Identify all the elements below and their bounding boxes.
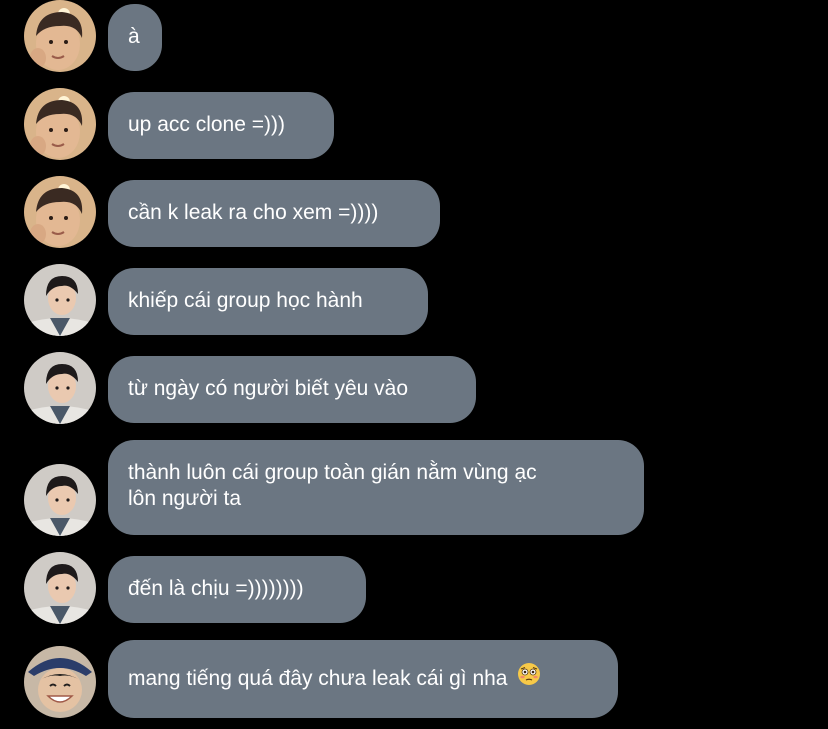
avatar-b-image — [24, 464, 96, 536]
message-bubble[interactable]: up acc clone =))) — [108, 92, 334, 159]
avatar-b-image — [24, 552, 96, 624]
avatar-a-image — [24, 0, 96, 72]
message-text-line: lôn người ta — [128, 487, 242, 510]
message-text-line: thành luôn cái group toàn gián nằm vùng … — [128, 461, 537, 484]
avatar-c-image — [24, 646, 96, 718]
message-text: mang tiếng quá đây chưa leak cái gì nha — [128, 667, 508, 691]
avatar[interactable] — [24, 176, 96, 248]
message-bubble[interactable]: thành luôn cái group toàn gián nằm vùng … — [108, 440, 644, 535]
message-text: khiếp cái group học hành — [128, 289, 363, 312]
message-bubble[interactable]: khiếp cái group học hành — [108, 268, 428, 335]
avatar[interactable] — [24, 0, 96, 72]
avatar-b-image — [24, 352, 96, 424]
avatar-a-image — [24, 176, 96, 248]
flushed-face-emoji — [517, 662, 541, 693]
message-text: cần k leak ra cho xem =)))) — [128, 201, 379, 224]
avatar-a-image — [24, 88, 96, 160]
avatar[interactable] — [24, 352, 96, 424]
chat-thread: à up acc clone =))) cần k leak ra cho xe… — [0, 0, 828, 729]
avatar[interactable] — [24, 264, 96, 336]
avatar[interactable] — [24, 646, 96, 718]
avatar[interactable] — [24, 88, 96, 160]
message-bubble[interactable]: à — [108, 4, 162, 71]
avatar[interactable] — [24, 464, 96, 536]
message-bubble[interactable]: đến là chịu =)))))))) — [108, 556, 366, 623]
message-text: à — [128, 25, 140, 48]
message-bubble[interactable]: mang tiếng quá đây chưa leak cái gì nha — [108, 640, 618, 718]
message-text: up acc clone =))) — [128, 113, 285, 136]
message-text: đến là chịu =)))))))) — [128, 577, 304, 600]
message-bubble[interactable]: từ ngày có người biết yêu vào — [108, 356, 476, 423]
message-bubble[interactable]: cần k leak ra cho xem =)))) — [108, 180, 440, 247]
avatar-b-image — [24, 264, 96, 336]
avatar[interactable] — [24, 552, 96, 624]
message-text: từ ngày có người biết yêu vào — [128, 377, 409, 400]
